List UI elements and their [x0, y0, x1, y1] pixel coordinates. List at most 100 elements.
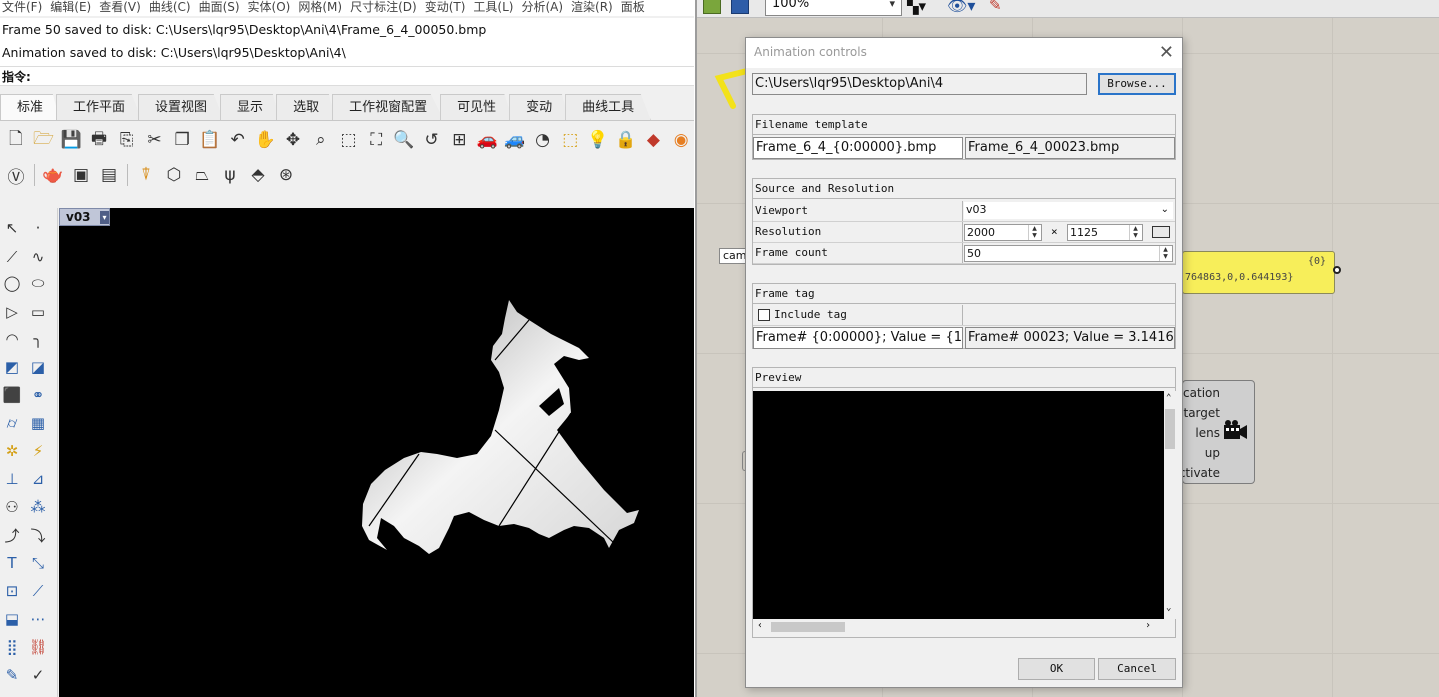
- close-icon[interactable]: ✕: [1159, 42, 1174, 63]
- include-tag-checkbox[interactable]: [758, 309, 770, 321]
- menu-dimension[interactable]: 尺寸标注(D): [348, 1, 423, 13]
- menu-curve[interactable]: 曲线(C): [147, 1, 197, 13]
- text-icon[interactable]: T: [0, 551, 24, 575]
- tab-standard[interactable]: 标准: [0, 94, 61, 120]
- light-icon[interactable]: ⚡: [26, 439, 50, 463]
- menu-file[interactable]: 文件(F): [0, 1, 48, 13]
- preview-mesh-icon[interactable]: ▚▾: [907, 0, 926, 15]
- scroll-right-icon[interactable]: ›: [1145, 620, 1151, 631]
- split-icon[interactable]: ⤵: [26, 523, 50, 547]
- polyline-icon[interactable]: ⟋: [0, 245, 24, 269]
- cylinder-icon[interactable]: ⌭: [0, 411, 24, 435]
- transform-icon[interactable]: ✲: [0, 439, 24, 463]
- scroll-left-icon[interactable]: ‹: [757, 620, 763, 631]
- render-box-icon[interactable]: ⬓: [0, 607, 24, 631]
- explode-icon[interactable]: ⊿: [26, 467, 50, 491]
- cut-icon[interactable]: ✂: [142, 127, 168, 153]
- copy-icon[interactable]: ❐: [169, 127, 195, 153]
- scroll-up-icon[interactable]: ⌃: [1166, 393, 1171, 403]
- analyze-icon[interactable]: ⟋: [26, 579, 50, 603]
- viewport-v03[interactable]: v03 ▾: [59, 208, 694, 697]
- dots-grid-icon[interactable]: ⋯: [26, 607, 50, 631]
- ellipse-icon[interactable]: ⬭: [26, 271, 50, 295]
- zoom-extents-icon[interactable]: ⛶: [363, 127, 389, 153]
- menu-edit[interactable]: 编辑(E): [48, 1, 97, 13]
- select-points-icon[interactable]: ⬚: [557, 127, 583, 153]
- menu-analyze[interactable]: 分析(A): [519, 1, 569, 13]
- frame-count-stepper[interactable]: 50 ▲ ▼: [964, 245, 1173, 262]
- menu-solid[interactable]: 实体(O): [246, 1, 297, 13]
- zoom-selected-icon[interactable]: 🔍: [391, 127, 417, 153]
- pan-hand-icon[interactable]: ✋: [252, 127, 278, 153]
- filename-template-input[interactable]: Frame_6_4_{0:00000}.bmp: [753, 137, 963, 159]
- scroll-thumb[interactable]: [1165, 409, 1175, 449]
- input-activate[interactable]: ctivate: [1179, 466, 1220, 480]
- input-lens[interactable]: lens: [1195, 426, 1220, 440]
- resolution-width-stepper[interactable]: 2000 ▲ ▼: [964, 224, 1042, 241]
- fillet-curve-icon[interactable]: ╮: [26, 327, 50, 351]
- menu-panels[interactable]: 面板: [619, 1, 651, 13]
- boolean-icon[interactable]: ⚭: [26, 383, 50, 407]
- menu-surface[interactable]: 曲面(S): [197, 1, 246, 13]
- render-color-icon[interactable]: ◉: [668, 127, 694, 153]
- circle-icon[interactable]: ◯: [0, 271, 24, 295]
- new-file-icon[interactable]: 🗋: [3, 127, 29, 153]
- lamp-icon[interactable]: ⍒: [133, 162, 159, 188]
- check-icon[interactable]: ✓: [26, 663, 50, 687]
- spin-arrows-icon[interactable]: ▲ ▼: [1028, 225, 1040, 240]
- frame-buffer-icon[interactable]: ▣: [68, 162, 94, 188]
- mesh-plane-icon[interactable]: ▦: [26, 411, 50, 435]
- box-icon[interactable]: ⬛: [0, 383, 24, 407]
- dimension-icon[interactable]: ⤡: [26, 551, 50, 575]
- open-file-icon[interactable]: 🗁: [31, 127, 57, 153]
- paste-icon[interactable]: 📋: [197, 127, 223, 153]
- folder-path-field[interactable]: C:\Users\lqr95\Desktop\Ani\4: [752, 73, 1087, 95]
- group-icon[interactable]: ⚇: [0, 495, 24, 519]
- box-proxy-icon[interactable]: ⬡: [161, 162, 187, 188]
- scatter-icon[interactable]: ⊛: [273, 162, 299, 188]
- car-wireframe-icon[interactable]: 🚙: [502, 127, 528, 153]
- surface-corner-icon[interactable]: ◩: [0, 355, 24, 379]
- spin-arrows-icon[interactable]: ▲ ▼: [1129, 225, 1141, 240]
- array-icon[interactable]: ⣿: [0, 635, 24, 659]
- edit-icon[interactable]: ✎: [0, 663, 24, 687]
- zoom-window-icon[interactable]: ⬚: [336, 127, 362, 153]
- undo-view-icon[interactable]: ↺: [419, 127, 445, 153]
- tag-template-input[interactable]: Frame# {0:00000}; Value = {1:0.00: [753, 327, 963, 349]
- tab-transform[interactable]: 变动: [509, 94, 570, 120]
- teapot-icon[interactable]: 🫖: [40, 162, 66, 188]
- polygon-icon[interactable]: ▷: [0, 300, 24, 324]
- tab-set-view[interactable]: 设置视图: [138, 94, 225, 120]
- input-up[interactable]: up: [1205, 446, 1220, 460]
- light-bulb-icon[interactable]: 💡: [585, 127, 611, 153]
- print-icon[interactable]: 🖶: [86, 127, 112, 153]
- resolution-height-stepper[interactable]: 1125 ▲ ▼: [1067, 224, 1143, 241]
- menu-render[interactable]: 渲染(R): [569, 1, 619, 13]
- trim-icon[interactable]: ⤴: [0, 523, 24, 547]
- select-arrow-icon[interactable]: ↖: [0, 216, 24, 240]
- scroll-thumb[interactable]: [771, 622, 845, 632]
- open-document-icon[interactable]: [703, 0, 721, 14]
- save-icon[interactable]: 💾: [58, 127, 84, 153]
- spin-arrows-icon[interactable]: ▲ ▼: [1159, 246, 1171, 261]
- block-icon[interactable]: ⊡: [0, 579, 24, 603]
- menu-transform[interactable]: 变动(T): [423, 1, 472, 13]
- output-grip[interactable]: [1333, 266, 1341, 274]
- camera-component[interactable]: ocation target lens up ctivate: [1176, 380, 1255, 484]
- rectangle-icon[interactable]: ▭: [26, 300, 50, 324]
- tab-select[interactable]: 选取: [276, 94, 337, 120]
- output-panel[interactable]: {0} 764863,0,0.644193}: [1182, 251, 1335, 294]
- v-ray-icon[interactable]: Ⓥ: [3, 162, 29, 188]
- horizontal-scrollbar[interactable]: ‹ ›: [753, 619, 1164, 635]
- rotate-view-icon[interactable]: ✥: [280, 127, 306, 153]
- zoom-icon[interactable]: ⌕: [308, 127, 334, 153]
- zoom-select[interactable]: 100% ▾: [765, 0, 902, 16]
- sketch-pen-icon[interactable]: ✎: [989, 0, 1002, 14]
- save-icon[interactable]: [731, 0, 749, 14]
- viewport-size-icon[interactable]: [1152, 226, 1170, 238]
- point-icon[interactable]: ·: [26, 216, 50, 240]
- tab-cplanes[interactable]: 工作平面: [56, 94, 143, 120]
- menu-tools[interactable]: 工具(L): [471, 1, 519, 13]
- history-icon[interactable]: ⛓: [26, 635, 50, 659]
- vertical-scrollbar[interactable]: ⌃ ⌄: [1164, 391, 1176, 619]
